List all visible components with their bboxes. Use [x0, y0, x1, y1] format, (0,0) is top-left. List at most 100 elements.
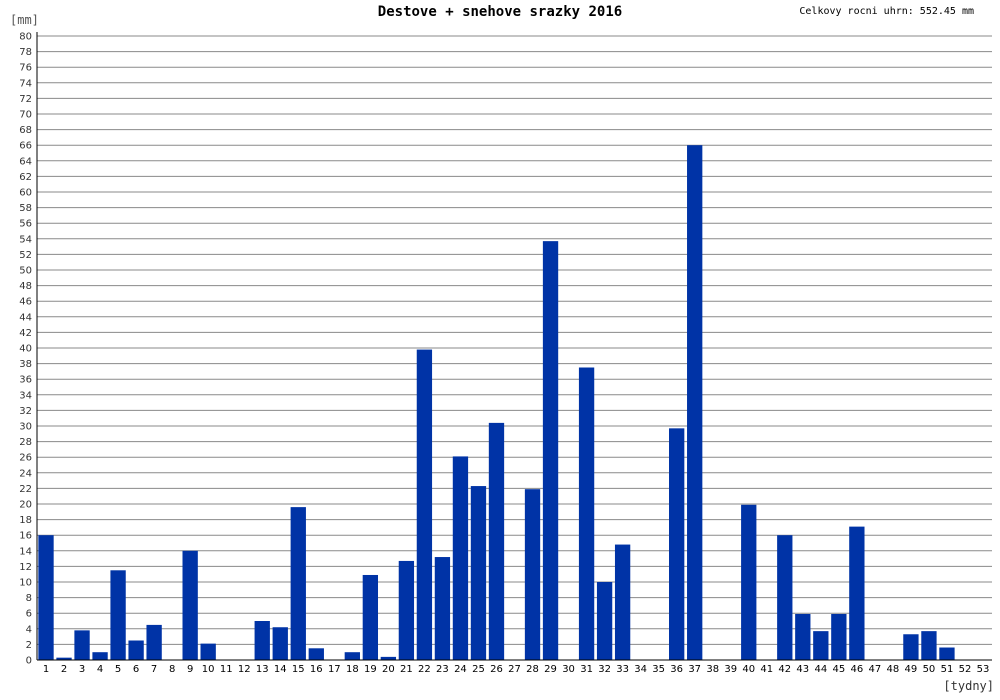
bars	[38, 145, 955, 660]
bar	[272, 627, 288, 660]
x-tick-label: 8	[169, 664, 175, 675]
y-tick-label: 38	[19, 359, 32, 370]
bar	[849, 526, 865, 660]
bar	[939, 647, 955, 660]
x-tick-labels: 1 2 3 4 5 6 7 8 9 10 11 12 13 14 15 16 17 18 19 20 21 22 23 24 2…	[43, 664, 990, 675]
x-tick-label: 37	[688, 664, 701, 675]
bar	[308, 648, 324, 660]
x-tick-label: 43	[796, 664, 809, 675]
y-tick-label: 60	[19, 188, 32, 199]
x-tick-label: 51	[941, 664, 954, 675]
x-tick-label: 47	[869, 664, 882, 675]
x-tick-label: 48	[887, 664, 900, 675]
x-tick-label: 25	[472, 664, 485, 675]
bar	[254, 621, 270, 660]
y-tick-label: 76	[19, 63, 32, 74]
x-tick-label: 39	[724, 664, 737, 675]
x-tick-label: 7	[151, 664, 157, 675]
x-tick-label: 26	[490, 664, 503, 675]
y-tick-label: 30	[19, 422, 32, 433]
x-tick-label: 18	[346, 664, 359, 675]
x-tick-label: 5	[115, 664, 121, 675]
bar	[398, 560, 415, 660]
y-tick-label: 40	[19, 344, 32, 355]
y-tick-label: 62	[19, 172, 32, 183]
x-tick-label: 49	[905, 664, 918, 675]
x-tick-label: 19	[364, 664, 377, 675]
y-tick-label: 48	[19, 281, 32, 292]
bar	[344, 652, 360, 660]
y-tick-label: 28	[19, 437, 32, 448]
bar	[777, 535, 793, 660]
bar	[182, 550, 198, 660]
bar	[434, 557, 451, 660]
bar	[452, 456, 469, 660]
x-tick-label: 35	[652, 664, 665, 675]
x-tick-label: 52	[959, 664, 972, 675]
bar	[362, 574, 379, 660]
y-tick-label: 34	[19, 390, 32, 401]
x-tick-label: 3	[79, 664, 85, 675]
x-tick-label: 41	[760, 664, 773, 675]
x-tick-label: 31	[580, 664, 593, 675]
y-tick-labels: 0246810121416182022242628303234363840424…	[19, 32, 32, 667]
y-tick-label: 18	[19, 515, 32, 526]
bar	[578, 367, 595, 660]
x-tick-label: 40	[742, 664, 755, 675]
x-tick-label: 50	[923, 664, 936, 675]
bar	[110, 570, 126, 660]
grid-lines	[37, 35, 992, 661]
y-tick-label: 42	[19, 328, 32, 339]
x-tick-label: 12	[238, 664, 251, 675]
bar	[614, 544, 631, 660]
x-tick-label: 42	[778, 664, 791, 675]
y-tick-label: 8	[26, 593, 32, 604]
bar	[903, 634, 919, 660]
bar	[290, 507, 306, 660]
y-tick-label: 26	[19, 453, 32, 464]
y-tick-label: 16	[19, 531, 32, 542]
y-tick-label: 72	[19, 94, 32, 105]
x-tick-label: 27	[508, 664, 521, 675]
y-tick-label: 66	[19, 141, 32, 152]
bar	[74, 630, 90, 660]
precipitation-bar-chart: 0246810121416182022242628303234363840424…	[19, 32, 992, 675]
y-tick-label: 24	[19, 468, 32, 479]
bar	[92, 652, 108, 660]
x-tick-label: 20	[382, 664, 395, 675]
y-tick-label: 74	[19, 78, 32, 89]
x-tick-label: 45	[832, 664, 845, 675]
bar	[813, 631, 829, 660]
x-tick-label: 53	[977, 664, 990, 675]
y-tick-label: 14	[19, 546, 32, 557]
x-tick-label: 36	[670, 664, 683, 675]
bar	[687, 145, 703, 660]
bar	[741, 504, 757, 660]
x-tick-label: 13	[256, 664, 269, 675]
bar	[200, 643, 216, 660]
x-tick-label: 14	[274, 664, 287, 675]
y-tick-label: 68	[19, 125, 32, 136]
y-tick-label: 56	[19, 219, 32, 230]
x-tick-label: 34	[634, 664, 647, 675]
x-tick-label: 17	[328, 664, 341, 675]
bar	[831, 613, 847, 660]
y-tick-label: 50	[19, 266, 32, 277]
y-tick-label: 22	[19, 484, 32, 495]
x-tick-label: 9	[187, 664, 193, 675]
bar	[921, 631, 937, 660]
y-tick-label: 12	[19, 562, 32, 573]
bar	[128, 640, 144, 660]
x-tick-label: 4	[97, 664, 103, 675]
x-tick-label: 32	[598, 664, 611, 675]
bar	[596, 582, 613, 660]
bar	[669, 428, 685, 660]
y-tick-label: 32	[19, 406, 32, 417]
y-tick-label: 6	[26, 609, 32, 620]
y-tick-label: 54	[19, 234, 32, 245]
x-tick-label: 2	[61, 664, 67, 675]
x-tick-label: 46	[850, 664, 863, 675]
bar	[416, 349, 433, 660]
x-tick-label: 1	[43, 664, 49, 675]
x-tick-label: 28	[526, 664, 539, 675]
